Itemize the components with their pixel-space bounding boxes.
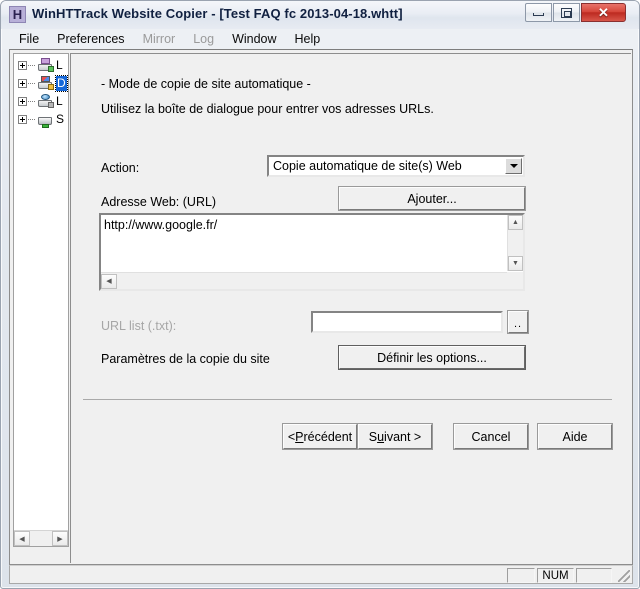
action-select[interactable]: Copie automatique de site(s) Web	[267, 155, 525, 177]
url-list-label: URL list (.txt):	[101, 319, 177, 333]
menu-item-file[interactable]: File	[10, 31, 48, 48]
scroll-left-icon[interactable]: ◀	[14, 531, 30, 546]
project-tree: L D L S	[14, 56, 68, 128]
next-button-label-post: ivant >	[384, 429, 422, 444]
globe-printer-icon	[37, 93, 54, 109]
restore-button[interactable]	[553, 3, 580, 22]
url-vertical-scrollbar[interactable]: ▲ ▼	[507, 215, 523, 271]
close-button[interactable]: ✕	[581, 3, 626, 22]
project-tree-pane[interactable]: L D L S ◀ ▶	[13, 53, 69, 547]
menu-item-mirror: Mirror	[142, 31, 176, 46]
page-instruction: Utilisez la boîte de dialogue pour entre…	[101, 102, 434, 116]
web-address-label: Adresse Web: (URL)	[101, 195, 217, 209]
params-label: Paramètres de la copie du site	[101, 352, 270, 366]
menu-item-preferences[interactable]: Preferences	[48, 31, 133, 48]
menu-item-log: Log	[193, 31, 215, 46]
tree-connector-line	[28, 82, 36, 84]
url-horizontal-scrollbar[interactable]: ◀ ▶	[101, 272, 523, 289]
server-printer-icon	[37, 112, 54, 128]
tree-item-label: L	[56, 94, 63, 108]
url-textarea[interactable]: http://www.google.fr/ ▲ ▼ ◀ ▶	[99, 213, 525, 291]
expand-plus-icon[interactable]	[18, 96, 27, 106]
expand-plus-icon[interactable]	[18, 78, 27, 88]
menu-item-window[interactable]: Window	[223, 31, 285, 48]
status-panel-1	[507, 568, 535, 583]
tree-item-label: L	[56, 58, 63, 72]
wizard-content-pane: - Mode de copie de site automatique - Ut…	[70, 53, 631, 563]
scroll-up-icon[interactable]: ▲	[508, 215, 523, 230]
scroll-left-icon[interactable]: ◀	[101, 273, 117, 289]
client-area: L D L S ◀ ▶ - Mode de copie de site auto…	[9, 49, 633, 565]
next-button-accel: u	[377, 429, 385, 444]
page-title: - Mode de copie de site automatique -	[101, 77, 311, 91]
previous-button-label-pre: <	[287, 429, 296, 444]
url-textarea-value: http://www.google.fr/	[104, 218, 218, 232]
action-selected-value: Copie automatique de site(s) Web	[273, 159, 462, 173]
windows-printer-icon	[37, 75, 54, 91]
previous-button[interactable]: < Précédent	[283, 424, 357, 449]
tree-connector-line	[28, 100, 36, 102]
tree-item-3[interactable]: S	[14, 110, 68, 128]
tree-item-label: D	[55, 74, 68, 92]
window-title: WinHTTrack Website Copier - [Test FAQ fc…	[32, 6, 403, 21]
previous-button-label-post: récédent	[303, 429, 353, 444]
tree-item-1[interactable]: D	[14, 74, 68, 92]
menu-bar: File Preferences Mirror Log Window Help	[2, 29, 638, 49]
minimize-icon	[533, 13, 544, 16]
tree-connector-line	[28, 118, 36, 120]
app-logo-icon: H	[9, 6, 26, 23]
chevron-down-icon[interactable]	[505, 158, 522, 174]
restore-icon	[561, 7, 572, 18]
close-icon: ✕	[598, 5, 609, 20]
set-options-button[interactable]: Définir les options...	[339, 346, 525, 369]
application-window: H WinHTTrack Website Copier - [Test FAQ …	[0, 0, 640, 589]
resize-grip-icon[interactable]	[618, 570, 630, 582]
scrollbar-corner	[507, 272, 523, 289]
title-bar[interactable]: H WinHTTrack Website Copier - [Test FAQ …	[1, 1, 639, 29]
floppy-printer-icon	[37, 57, 54, 73]
status-panel-num: NUM	[537, 568, 574, 583]
tree-connector-line	[28, 64, 36, 66]
next-button-label-pre: S	[368, 429, 378, 444]
tree-item-2[interactable]: L	[14, 92, 68, 110]
status-panel-3	[576, 568, 612, 583]
previous-button-accel: P	[295, 429, 304, 444]
horizontal-divider	[83, 399, 612, 400]
help-button[interactable]: Aide	[538, 424, 612, 449]
url-list-input[interactable]	[311, 311, 503, 333]
tree-item-0[interactable]: L	[14, 56, 68, 74]
expand-plus-icon[interactable]	[18, 114, 27, 124]
tree-item-label: S	[56, 112, 65, 126]
browse-url-list-button[interactable]: ..	[508, 311, 528, 333]
scroll-down-icon[interactable]: ▼	[508, 256, 523, 271]
action-label: Action:	[101, 161, 140, 175]
tree-horizontal-scrollbar[interactable]: ◀ ▶	[14, 530, 68, 546]
status-bar: NUM	[9, 565, 633, 584]
expand-plus-icon[interactable]	[18, 60, 27, 70]
add-url-button[interactable]: Ajouter...	[339, 187, 525, 210]
next-button[interactable]: Su ivant >	[358, 424, 432, 449]
minimize-button[interactable]	[525, 3, 552, 22]
scroll-right-icon[interactable]: ▶	[52, 531, 68, 546]
cancel-button[interactable]: Cancel	[454, 424, 528, 449]
menu-item-help[interactable]: Help	[286, 31, 330, 48]
